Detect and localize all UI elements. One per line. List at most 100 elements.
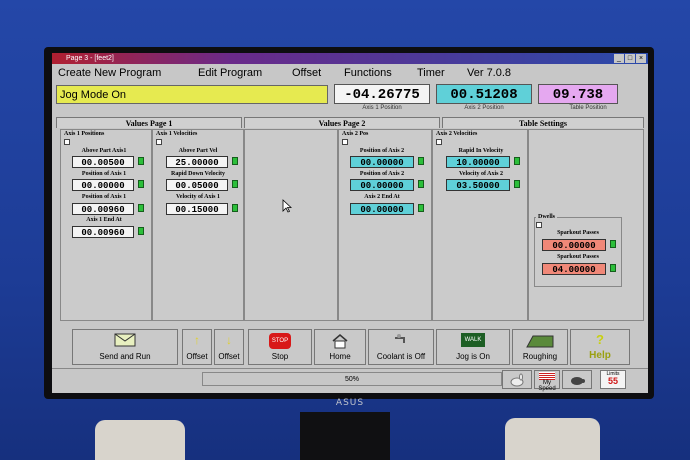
stop-button[interactable]: STOP Stop (248, 329, 312, 365)
rapid-in-velocity-field[interactable]: 10.00000 (446, 156, 510, 168)
rabbit-speed-button[interactable] (502, 370, 532, 389)
axis1-position-label: Axis 1 Position (362, 105, 402, 111)
field-label: Velocity of Axis 2 (459, 171, 503, 177)
offset-up-label: Offset (186, 352, 208, 361)
status-led (232, 204, 238, 212)
status-led (610, 240, 616, 248)
field-label: Sparkout Passes (557, 254, 599, 260)
status-bar: 50% My Speed Limits 55 (52, 368, 648, 392)
walk-sign-icon: WALK (461, 333, 485, 347)
axis2-end-at-field[interactable]: 00.00000 (350, 203, 414, 215)
my-speed-label: My Speed (538, 380, 556, 392)
mode-indicator: Jog Mode On (56, 85, 328, 104)
field-label: Above Part Vel (178, 148, 218, 154)
velocity-axis2-field[interactable]: 03.50000 (446, 179, 510, 191)
maximize-icon[interactable]: □ (625, 54, 635, 63)
left-speaker (95, 420, 185, 460)
help-label: Help (589, 350, 611, 361)
status-led (418, 180, 424, 188)
axis1-end-at-field[interactable]: 00.00960 (72, 226, 134, 238)
table-position-value: 09.738 (538, 84, 618, 104)
axis1-positions-checkbox[interactable] (64, 139, 70, 145)
jog-label: Jog is On (456, 352, 490, 361)
status-led (138, 204, 144, 212)
window-title: Page 3 - [feet2] (66, 55, 114, 62)
menu-bar: Create New Program Edit Program Offset F… (52, 65, 648, 82)
offset-up-button[interactable]: ↑ Offset (182, 329, 212, 365)
arrow-down-icon: ↓ (226, 333, 232, 347)
tab-values-page-2[interactable]: Values Page 2 (244, 117, 440, 128)
stop-label: Stop (271, 352, 289, 361)
field-label: Position of Axis 2 (359, 148, 405, 154)
field-label: Axis 2 End At (364, 194, 400, 200)
house-icon (332, 334, 348, 349)
mouse-pointer-icon (282, 199, 292, 213)
menu-functions[interactable]: Functions (344, 67, 392, 79)
field-label: Sparkout Passes (557, 230, 599, 236)
send-and-run-button[interactable]: Send and Run (72, 329, 178, 365)
rapid-down-velocity-field[interactable]: 00.05000 (166, 179, 228, 191)
field-label: Rapid In Velocity (458, 148, 504, 154)
offset-down-button[interactable]: ↓ Offset (214, 329, 244, 365)
above-part-vel-field[interactable]: 25.00000 (166, 156, 228, 168)
tab-values-page-1[interactable]: Values Page 1 (56, 117, 242, 128)
roughing-button[interactable]: Roughing (512, 329, 568, 365)
velocity-axis1-field[interactable]: 00.15000 (166, 203, 228, 215)
rabbit-icon (510, 373, 524, 387)
axis2-pos-checkbox[interactable] (342, 139, 348, 145)
status-led (232, 180, 238, 188)
help-button[interactable]: ? Help (570, 329, 630, 365)
sparkout-passes-field-1[interactable]: 00.00000 (542, 239, 606, 251)
progress-percent: 50% (202, 372, 502, 386)
axis2-velocities-checkbox[interactable] (436, 139, 442, 145)
axis1-velocities-title: Axis 1 Velocities (156, 131, 198, 137)
field-label: Position of Axis 2 (359, 171, 405, 177)
field-label: Velocity of Axis 1 (176, 194, 220, 200)
limits-button[interactable]: Limits 55 (600, 370, 626, 389)
roughing-icon (526, 335, 554, 348)
home-button[interactable]: Home (314, 329, 366, 365)
offset-down-label: Offset (218, 352, 240, 361)
send-and-run-label: Send and Run (99, 352, 151, 361)
empty-panel (244, 129, 338, 321)
status-led (610, 264, 616, 272)
menu-create-new-program[interactable]: Create New Program (58, 67, 161, 79)
stop-sign-icon: STOP (269, 333, 291, 349)
send-icon (114, 333, 136, 347)
close-icon[interactable]: × (636, 54, 646, 63)
coolant-label: Coolant is Off (376, 352, 426, 361)
position-axis1-field-1[interactable]: 00.00000 (72, 179, 134, 191)
arrow-up-icon: ↑ (194, 333, 200, 347)
home-label: Home (329, 352, 351, 361)
position-axis2-field-2[interactable]: 00.00000 (350, 179, 414, 191)
tab-table-settings[interactable]: Table Settings (442, 117, 644, 128)
status-led (418, 157, 424, 165)
turtle-speed-button[interactable] (562, 370, 592, 389)
monitor-brand: ASUS (335, 398, 365, 408)
minimize-icon[interactable]: _ (614, 54, 624, 63)
sparkout-passes-field-2[interactable]: 04.00000 (542, 263, 606, 275)
axis2-pos-title: Axis 2 Pos (342, 131, 369, 137)
my-speed-button[interactable]: My Speed (534, 370, 560, 392)
dwells-title: Dwells (536, 214, 557, 220)
axis2-position-value: 00.51208 (436, 84, 532, 104)
field-label: Above Part Axis1 (81, 148, 127, 154)
status-led (514, 180, 520, 188)
dwells-checkbox[interactable] (536, 222, 542, 228)
jog-button[interactable]: WALK Jog is On (436, 329, 510, 365)
position-axis2-field-1[interactable]: 00.00000 (350, 156, 414, 168)
field-label: Rapid Down Velocity (170, 171, 225, 177)
menu-edit-program[interactable]: Edit Program (198, 67, 262, 79)
above-part-axis1-field[interactable]: 00.00500 (72, 156, 134, 168)
roughing-label: Roughing (522, 352, 558, 361)
status-led (418, 204, 424, 212)
table-position-label: Table Position (569, 105, 607, 111)
axis1-velocities-checkbox[interactable] (156, 139, 162, 145)
coolant-button[interactable]: Coolant is Off (368, 329, 434, 365)
position-axis1-field-2[interactable]: 00.00960 (72, 203, 134, 215)
menu-offset[interactable]: Offset (292, 67, 321, 79)
menu-timer[interactable]: Timer (417, 67, 445, 79)
status-led (138, 227, 144, 235)
flag-icon (539, 372, 555, 380)
menu-version[interactable]: Ver 7.0.8 (467, 67, 511, 79)
